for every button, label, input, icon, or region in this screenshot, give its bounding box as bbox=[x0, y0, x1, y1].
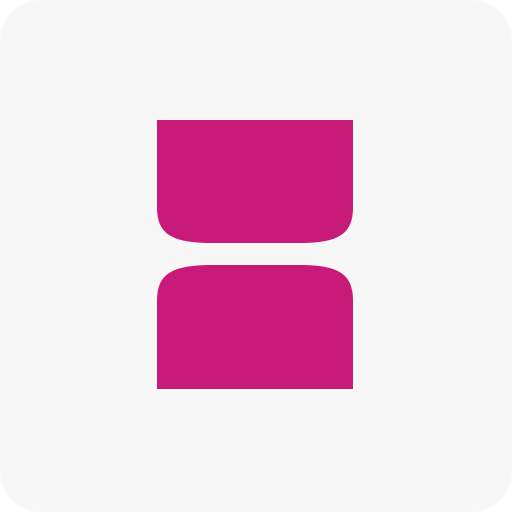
app-icon[interactable] bbox=[0, 0, 512, 512]
logo-bottom-block bbox=[157, 265, 353, 389]
logo-icon bbox=[0, 0, 512, 512]
logo-top-block bbox=[157, 120, 353, 243]
icon-background bbox=[0, 0, 512, 512]
